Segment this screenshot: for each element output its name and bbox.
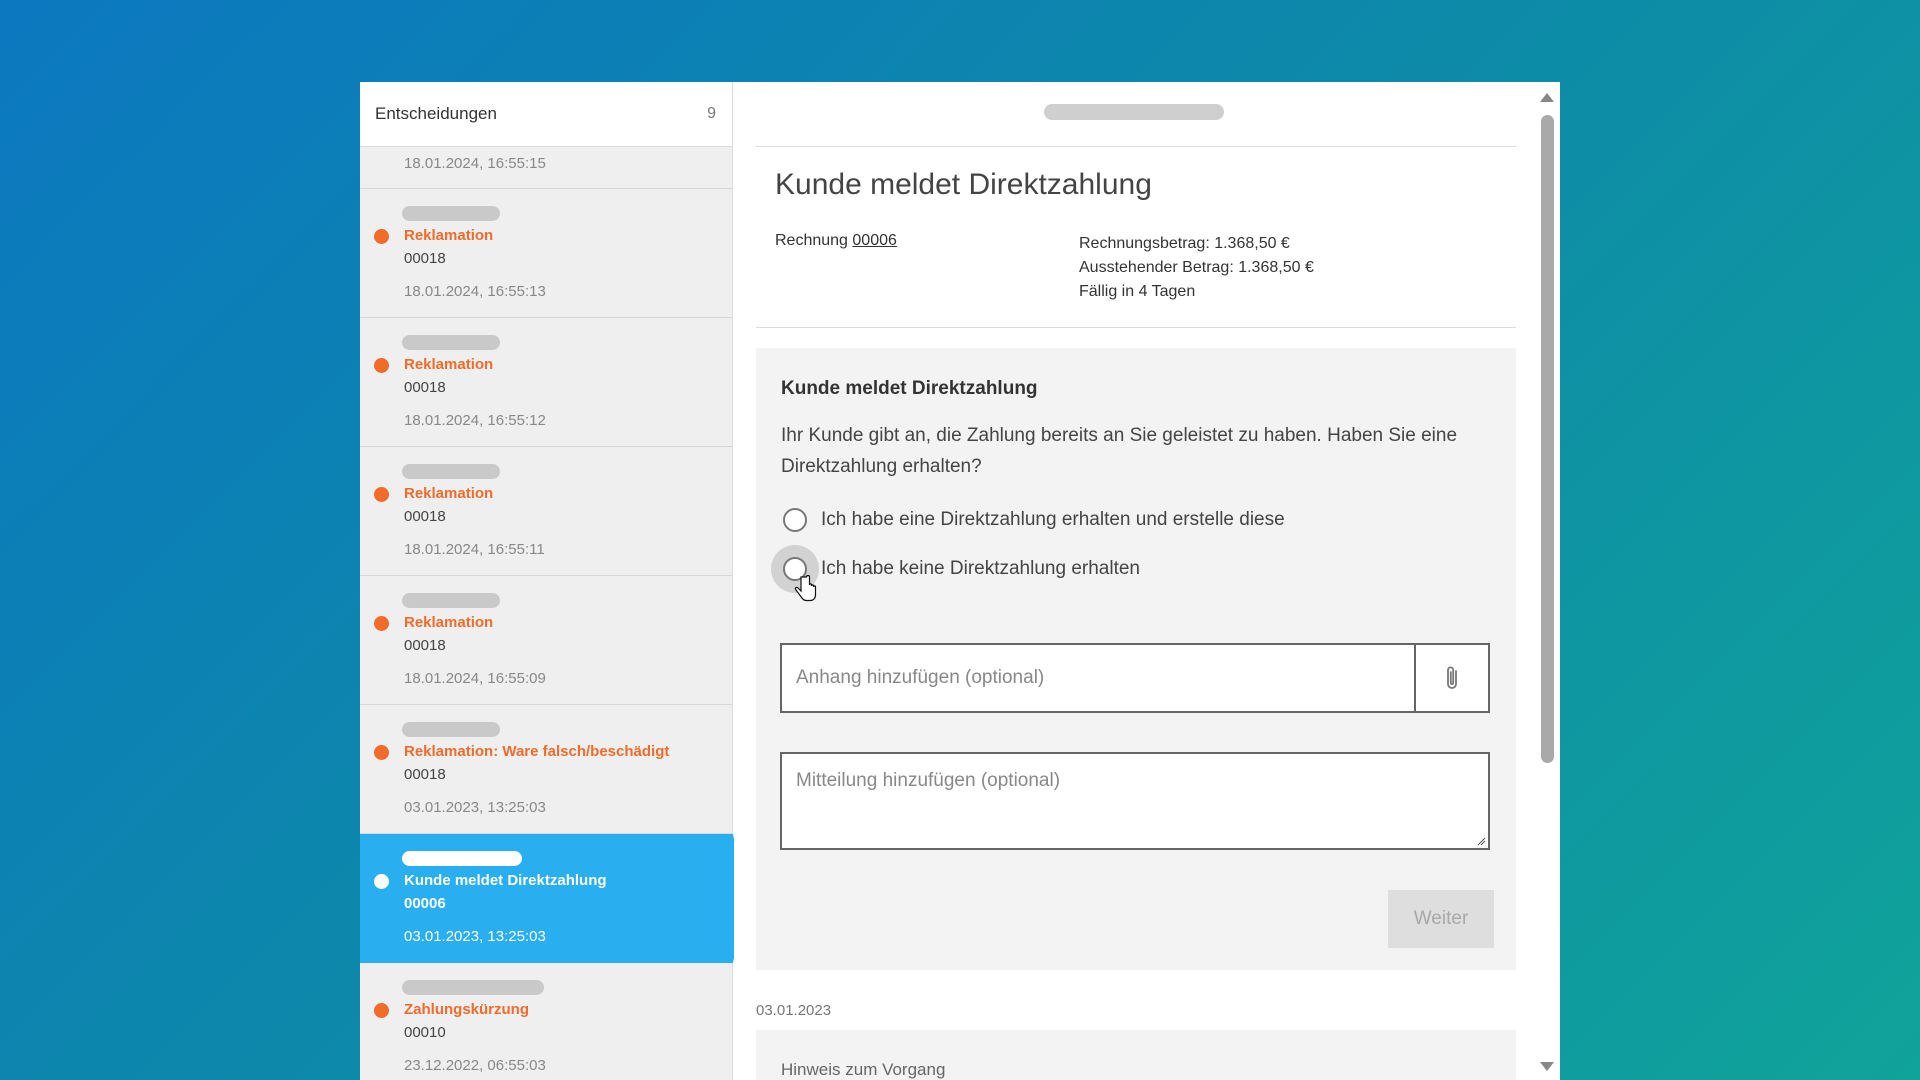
list-item-number: 00018 <box>404 379 446 396</box>
list-item[interactable]: Zahlungskürzung 00010 23.12.2022, 06:55:… <box>360 963 732 1080</box>
status-dot-icon <box>374 874 389 889</box>
divider <box>756 146 1516 147</box>
decision-list-header: Entscheidungen 9 <box>360 82 732 147</box>
list-item-timestamp: 18.01.2024, 16:55:15 <box>404 155 546 172</box>
message-field[interactable]: Mitteilung hinzufügen (optional) <box>780 752 1490 850</box>
customer-name-redacted <box>402 464 500 479</box>
invoice-number-link[interactable]: 00006 <box>852 232 897 249</box>
list-item-number: 00018 <box>404 508 446 525</box>
list-item-timestamp: 18.01.2024, 16:55:11 <box>404 541 545 558</box>
list-item[interactable]: Reklamation 00018 18.01.2024, 16:55:12 <box>360 318 732 447</box>
list-item-type: Reklamation: Ware falsch/beschädigt <box>404 743 670 760</box>
invoice-amount: Rechnungsbetrag: 1.368,50 € <box>1079 235 1290 252</box>
status-dot-icon <box>374 1003 389 1018</box>
attachment-field[interactable]: Anhang hinzufügen (optional) <box>780 643 1490 713</box>
decision-form-title: Kunde meldet Direktzahlung <box>781 378 1038 399</box>
decision-list-panel: Entscheidungen 9 18.01.2024, 16:55:15 Re… <box>360 82 745 1080</box>
history-date: 03.01.2023 <box>756 1002 832 1019</box>
option-received-payment[interactable]: Ich habe eine Direktzahlung erhalten und… <box>783 508 1285 532</box>
customer-name-redacted <box>402 851 522 866</box>
outstanding-amount: Ausstehender Betrag: 1.368,50 € <box>1079 259 1314 276</box>
list-item-number: 00010 <box>404 1024 446 1041</box>
list-item-number: 00018 <box>404 766 446 783</box>
history-note: Hinweis zum Vorgang <box>756 1030 1516 1080</box>
hand-cursor-icon <box>794 575 817 602</box>
page-title: Kunde meldet Direktzahlung <box>775 168 1152 201</box>
list-item-timestamp: 18.01.2024, 16:55:09 <box>404 670 546 687</box>
list-item-type: Zahlungskürzung <box>404 1001 529 1018</box>
scrollbar-thumb[interactable] <box>1541 115 1554 763</box>
list-item[interactable]: 18.01.2024, 16:55:15 <box>360 147 732 189</box>
list-item[interactable]: Reklamation 00018 18.01.2024, 16:55:09 <box>360 576 732 705</box>
list-item-type: Reklamation <box>404 485 494 502</box>
list-item-type: Kunde meldet Direktzahlung <box>404 872 607 889</box>
message-placeholder: Mitteilung hinzufügen (optional) <box>796 770 1061 791</box>
divider <box>756 327 1516 328</box>
invoice-amounts: Rechnungsbetrag: 1.368,50 € Ausstehender… <box>1079 232 1314 304</box>
option-no-payment[interactable]: Ich habe keine Direktzahlung erhalten <box>783 557 1140 581</box>
list-item[interactable]: Reklamation: Ware falsch/beschädigt 0001… <box>360 705 732 834</box>
app-window: Entscheidungen 9 18.01.2024, 16:55:15 Re… <box>360 82 1560 1080</box>
attachment-placeholder[interactable]: Anhang hinzufügen (optional) <box>782 645 1416 711</box>
list-item-type: Reklamation <box>404 614 494 631</box>
decision-list-title: Entscheidungen <box>375 104 497 123</box>
status-dot-icon <box>374 745 389 760</box>
option-label: Ich habe keine Direktzahlung erhalten <box>821 558 1140 579</box>
customer-name-redacted <box>1044 104 1224 120</box>
decision-count-badge: 9 <box>707 105 716 122</box>
list-item-selected[interactable]: Kunde meldet Direktzahlung 00006 03.01.2… <box>360 834 745 963</box>
list-item[interactable]: Reklamation 00018 18.01.2024, 16:55:13 <box>360 189 732 318</box>
radio-button[interactable] <box>783 508 807 532</box>
list-item-type: Reklamation <box>404 356 494 373</box>
status-dot-icon <box>374 616 389 631</box>
list-item[interactable]: Reklamation 00018 18.01.2024, 16:55:11 <box>360 447 732 576</box>
status-dot-icon <box>374 487 389 502</box>
scrollbar[interactable] <box>1534 82 1560 1080</box>
paperclip-icon[interactable] <box>1416 645 1488 711</box>
customer-name-redacted <box>402 206 500 221</box>
customer-name-redacted <box>402 593 500 608</box>
option-label: Ich habe eine Direktzahlung erhalten und… <box>821 509 1285 530</box>
decision-form: Kunde meldet Direktzahlung Ihr Kunde gib… <box>756 348 1516 970</box>
list-item-number: 00006 <box>404 895 446 912</box>
invoice-reference: Rechnung 00006 <box>775 232 897 250</box>
list-item-timestamp: 18.01.2024, 16:55:12 <box>404 412 546 429</box>
decision-detail-panel: Kunde meldet Direktzahlung Rechnung 0000… <box>734 82 1560 1080</box>
list-item-timestamp: 03.01.2023, 13:25:03 <box>404 928 546 945</box>
customer-name-redacted <box>402 335 500 350</box>
due-info: Fällig in 4 Tagen <box>1079 283 1196 300</box>
list-item-timestamp: 03.01.2023, 13:25:03 <box>404 799 546 816</box>
continue-button[interactable]: Weiter <box>1388 890 1494 948</box>
invoice-label: Rechnung <box>775 232 848 249</box>
scroll-down-arrow-icon[interactable] <box>1540 1062 1554 1072</box>
status-dot-icon <box>374 358 389 373</box>
decision-form-question: Ihr Kunde gibt an, die Zahlung bereits a… <box>781 425 1458 477</box>
status-dot-icon <box>374 229 389 244</box>
history-note-label: Hinweis zum Vorgang <box>781 1060 946 1079</box>
list-item-type: Reklamation <box>404 227 494 244</box>
customer-name-redacted <box>402 722 500 737</box>
list-item-number: 00018 <box>404 637 446 654</box>
scroll-up-arrow-icon[interactable] <box>1540 92 1554 102</box>
list-item-timestamp: 23.12.2022, 06:55:03 <box>404 1057 546 1074</box>
list-item-timestamp: 18.01.2024, 16:55:13 <box>404 283 546 300</box>
customer-name-redacted <box>402 980 544 995</box>
list-item-number: 00018 <box>404 250 446 267</box>
resize-handle-icon[interactable] <box>1476 836 1486 846</box>
